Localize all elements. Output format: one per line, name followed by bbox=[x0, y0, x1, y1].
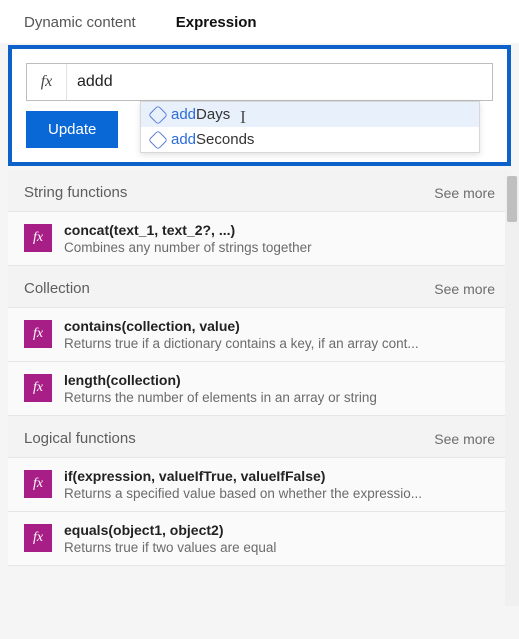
function-description: Returns true if a dictionary contains a … bbox=[64, 336, 495, 351]
see-more-link[interactable]: See more bbox=[434, 431, 495, 447]
category-title: String functions bbox=[24, 184, 127, 201]
function-description: Returns true if two values are equal bbox=[64, 540, 495, 555]
function-text: concat(text_1, text_2?, ...) Combines an… bbox=[64, 222, 495, 255]
see-more-link[interactable]: See more bbox=[434, 281, 495, 297]
function-signature: equals(object1, object2) bbox=[64, 522, 495, 538]
autocomplete-rest: Days bbox=[196, 106, 230, 123]
autocomplete-match: add bbox=[171, 106, 196, 123]
tab-expression[interactable]: Expression bbox=[176, 14, 257, 31]
function-item-concat[interactable]: fx concat(text_1, text_2?, ...) Combines… bbox=[8, 212, 511, 266]
update-button[interactable]: Update bbox=[26, 111, 118, 148]
category-title: Logical functions bbox=[24, 430, 136, 447]
function-signature: concat(text_1, text_2?, ...) bbox=[64, 222, 495, 238]
function-signature: contains(collection, value) bbox=[64, 318, 495, 334]
category-header-logical: Logical functions See more bbox=[8, 416, 511, 458]
scrollbar[interactable] bbox=[505, 176, 519, 606]
function-suggestion-icon bbox=[148, 130, 168, 150]
category-header-collection: Collection See more bbox=[8, 266, 511, 308]
autocomplete-item-addseconds[interactable]: addSeconds bbox=[141, 127, 479, 152]
function-description: Returns the number of elements in an arr… bbox=[64, 390, 495, 405]
fx-icon: fx bbox=[24, 374, 52, 402]
function-item-contains[interactable]: fx contains(collection, value) Returns t… bbox=[8, 308, 511, 362]
function-text: equals(object1, object2) Returns true if… bbox=[64, 522, 495, 555]
function-signature: length(collection) bbox=[64, 372, 495, 388]
function-item-equals[interactable]: fx equals(object1, object2) Returns true… bbox=[8, 512, 511, 566]
tab-dynamic-content[interactable]: Dynamic content bbox=[24, 14, 136, 31]
autocomplete-popup: addDays addSeconds bbox=[140, 101, 480, 153]
function-signature: if(expression, valueIfTrue, valueIfFalse… bbox=[64, 468, 495, 484]
tab-bar: Dynamic content Expression bbox=[0, 0, 519, 43]
function-list: String functions See more fx concat(text… bbox=[0, 170, 519, 566]
expression-input[interactable] bbox=[67, 64, 492, 100]
fx-icon: fx bbox=[24, 524, 52, 552]
expression-input-row: fx bbox=[26, 63, 493, 101]
function-suggestion-icon bbox=[148, 105, 168, 125]
expression-editor-highlight: fx addDays addSeconds I Update bbox=[8, 45, 511, 166]
function-description: Combines any number of strings together bbox=[64, 240, 495, 255]
fx-icon: fx bbox=[24, 320, 52, 348]
autocomplete-item-adddays[interactable]: addDays bbox=[141, 102, 479, 127]
autocomplete-rest: Seconds bbox=[196, 131, 254, 148]
scrollbar-thumb[interactable] bbox=[507, 176, 517, 222]
function-item-length[interactable]: fx length(collection) Returns the number… bbox=[8, 362, 511, 416]
autocomplete-match: add bbox=[171, 131, 196, 148]
function-text: length(collection) Returns the number of… bbox=[64, 372, 495, 405]
see-more-link[interactable]: See more bbox=[434, 185, 495, 201]
function-text: if(expression, valueIfTrue, valueIfFalse… bbox=[64, 468, 495, 501]
fx-icon: fx bbox=[24, 224, 52, 252]
fx-icon: fx bbox=[24, 470, 52, 498]
fx-icon: fx bbox=[27, 64, 67, 100]
category-header-string: String functions See more bbox=[8, 170, 511, 212]
category-title: Collection bbox=[24, 280, 90, 297]
function-item-if[interactable]: fx if(expression, valueIfTrue, valueIfFa… bbox=[8, 458, 511, 512]
function-text: contains(collection, value) Returns true… bbox=[64, 318, 495, 351]
function-description: Returns a specified value based on wheth… bbox=[64, 486, 495, 501]
